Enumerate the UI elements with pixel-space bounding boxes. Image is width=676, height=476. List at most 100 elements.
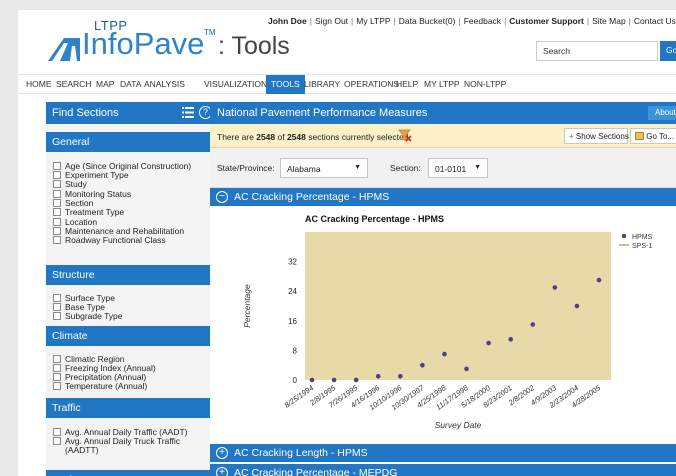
y-tick-label: 8	[293, 346, 298, 355]
y-tick-label: 32	[288, 258, 297, 267]
nav-item-visualization[interactable]: VISUALIZATION	[204, 79, 267, 89]
top-link-john-doe[interactable]: John Doe	[268, 16, 307, 26]
top-link-site-map[interactable]: Site Map	[592, 16, 626, 26]
accordion-ac-cracking-length-hpms[interactable]: + AC Cracking Length - HPMS	[210, 444, 676, 462]
top-link-data-bucket-0[interactable]: Data Bucket(0)	[399, 16, 456, 26]
filter-item-roadway-functional-class[interactable]: Roadway Functional Class	[53, 236, 166, 245]
sidebar-title: Find Sections ?	[46, 102, 218, 124]
sidebar-title-text: Find Sections	[52, 107, 119, 119]
top-link-sign-out[interactable]: Sign Out	[315, 16, 348, 26]
filter-item-study[interactable]: Study	[53, 180, 87, 189]
filter-item-subgrade-type[interactable]: Subgrade Type	[53, 312, 123, 321]
nav-item-home[interactable]: HOME	[26, 79, 52, 89]
data-point-2-23-2004	[574, 303, 580, 309]
data-point-4-9-2003	[552, 285, 558, 290]
top-links: John Doe | Sign Out | My LTPP | Data Bucket(0)…	[268, 16, 676, 26]
filter-item-label: Treatment Type	[65, 207, 125, 217]
top-link-contact-us[interactable]: Contact Us	[634, 16, 676, 26]
data-point-5-18-2000	[486, 340, 491, 346]
section-caret-icon: ▼	[474, 164, 481, 171]
nav-item-analysis[interactable]: ANALYSIS	[144, 79, 185, 89]
main-nav: HOME SEARCH MAP DATA ANALYSIS VISUALIZATION TO…	[18, 74, 676, 94]
data-point-4-25-1998	[442, 351, 447, 357]
goto-button[interactable]: Go To...	[630, 128, 676, 144]
nav-item-search[interactable]: SEARCH	[56, 79, 91, 89]
checkbox[interactable]	[53, 190, 61, 198]
sidebar-section-traffic[interactable]: Traffic	[46, 398, 218, 418]
nav-item-non-ltpp[interactable]: NON-LTPP	[464, 79, 506, 89]
filter-item-label: Subgrade Type	[65, 311, 123, 321]
checkbox[interactable]	[53, 364, 61, 372]
data-point-10-30-1997	[420, 362, 425, 368]
nav-item-my-ltpp[interactable]: MY LTPP	[424, 79, 460, 89]
list-icon[interactable]	[182, 107, 194, 118]
sidebar-section-climate[interactable]: Climate	[46, 326, 218, 346]
nav-item-library[interactable]: LIBRARY	[304, 79, 340, 89]
top-link-my-ltpp[interactable]: My LTPP	[356, 16, 390, 26]
about-button[interactable]: About	[648, 106, 676, 120]
top-link-feedback[interactable]: Feedback	[464, 16, 501, 26]
x-tick-label: 8/25/1994	[283, 383, 316, 410]
sidebar-section-structure[interactable]: Structure	[46, 265, 218, 285]
data-point-7-26-1995	[353, 377, 359, 383]
filter-item-label: Roadway Functional Class	[65, 235, 166, 245]
link-separator: |	[586, 16, 590, 26]
header: LTPP InfoPave TM : Tools John Doe | Sign O…	[18, 10, 676, 72]
state-label: State/Province:	[217, 163, 275, 173]
checkbox[interactable]	[53, 227, 61, 235]
section-select[interactable]: 01-0101 ▼	[428, 158, 488, 178]
search-input[interactable]: Search	[536, 41, 658, 61]
selection-count: 2548	[256, 132, 276, 142]
nav-item-data[interactable]: DATA	[120, 79, 141, 89]
section-filter-row: State/Province: Alabama ▼ Section: 01-01…	[210, 148, 676, 188]
checkbox[interactable]	[53, 162, 61, 170]
checkbox[interactable]	[53, 218, 61, 226]
checkbox[interactable]	[53, 199, 61, 207]
legend-hpms-label: HPMS	[632, 234, 653, 241]
main-panel: National Pavement Performance Measures A…	[210, 102, 676, 476]
link-separator: |	[628, 16, 631, 26]
checkbox[interactable]	[53, 236, 61, 244]
cracking-chart: AC Cracking Percentage - HPMS 0 8 16 24 32 Per…	[242, 214, 653, 430]
nav-item-tools[interactable]: TOOLS	[266, 75, 305, 94]
checkbox[interactable]	[53, 312, 61, 320]
show-sections-button[interactable]: + Show Sections	[564, 128, 629, 144]
checkbox[interactable]	[53, 171, 61, 179]
logo-infopave-text: InfoPave	[82, 26, 205, 61]
legend-hpms-marker	[621, 233, 627, 239]
sidebar-section-performance[interactable]: Performance	[46, 470, 218, 476]
checkbox[interactable]	[53, 373, 61, 381]
sidebar-section-general[interactable]: General	[46, 132, 218, 152]
expand-icon: +	[216, 467, 228, 476]
plot-background	[305, 232, 611, 380]
state-select[interactable]: Alabama ▼	[280, 158, 368, 178]
top-link-customer-support[interactable]: Customer Support	[509, 16, 584, 26]
checkbox[interactable]	[53, 437, 61, 445]
filter-item-aadtt[interactable]: (AADTT)	[65, 446, 99, 455]
y-axis-label: Percentage	[242, 284, 252, 328]
state-caret-icon: ▼	[354, 164, 361, 171]
data-point-8-23-2001	[508, 337, 513, 342]
checkbox[interactable]	[53, 208, 61, 216]
search-go-button[interactable]: Go	[660, 41, 676, 61]
checkbox[interactable]	[53, 428, 61, 436]
accordion-label: AC Cracking Percentage - MEPDG	[234, 467, 398, 476]
chart-area: AC Cracking Percentage - HPMS 0 8 16 24 32 Per…	[210, 206, 676, 444]
filter-item-treatment-type[interactable]: Treatment Type	[53, 208, 124, 217]
nav-item-operations[interactable]: OPERATIONS	[344, 79, 399, 89]
accordion-ac-cracking-percentage-mepdg[interactable]: + AC Cracking Percentage - MEPDG	[210, 464, 676, 476]
checkbox[interactable]	[53, 303, 61, 311]
filter-item-temperature-annual[interactable]: Temperature (Annual)	[53, 382, 147, 391]
x-axis-label: Survey Date	[435, 420, 482, 430]
checkbox[interactable]	[53, 180, 61, 188]
checkbox[interactable]	[53, 294, 61, 302]
nav-item-map[interactable]: MAP	[96, 79, 114, 89]
y-tick-label: 0	[293, 376, 298, 385]
filter-item-label: Study	[65, 179, 87, 189]
nav-item-help[interactable]: HELP	[396, 79, 418, 89]
accordion-ac-cracking-percentage-hpms[interactable]: − AC Cracking Percentage - HPMS	[210, 188, 676, 206]
accordion-label: AC Cracking Percentage - HPMS	[234, 191, 390, 203]
clear-filter-icon[interactable]	[398, 129, 412, 142]
checkbox[interactable]	[53, 382, 61, 390]
checkbox[interactable]	[53, 355, 61, 363]
